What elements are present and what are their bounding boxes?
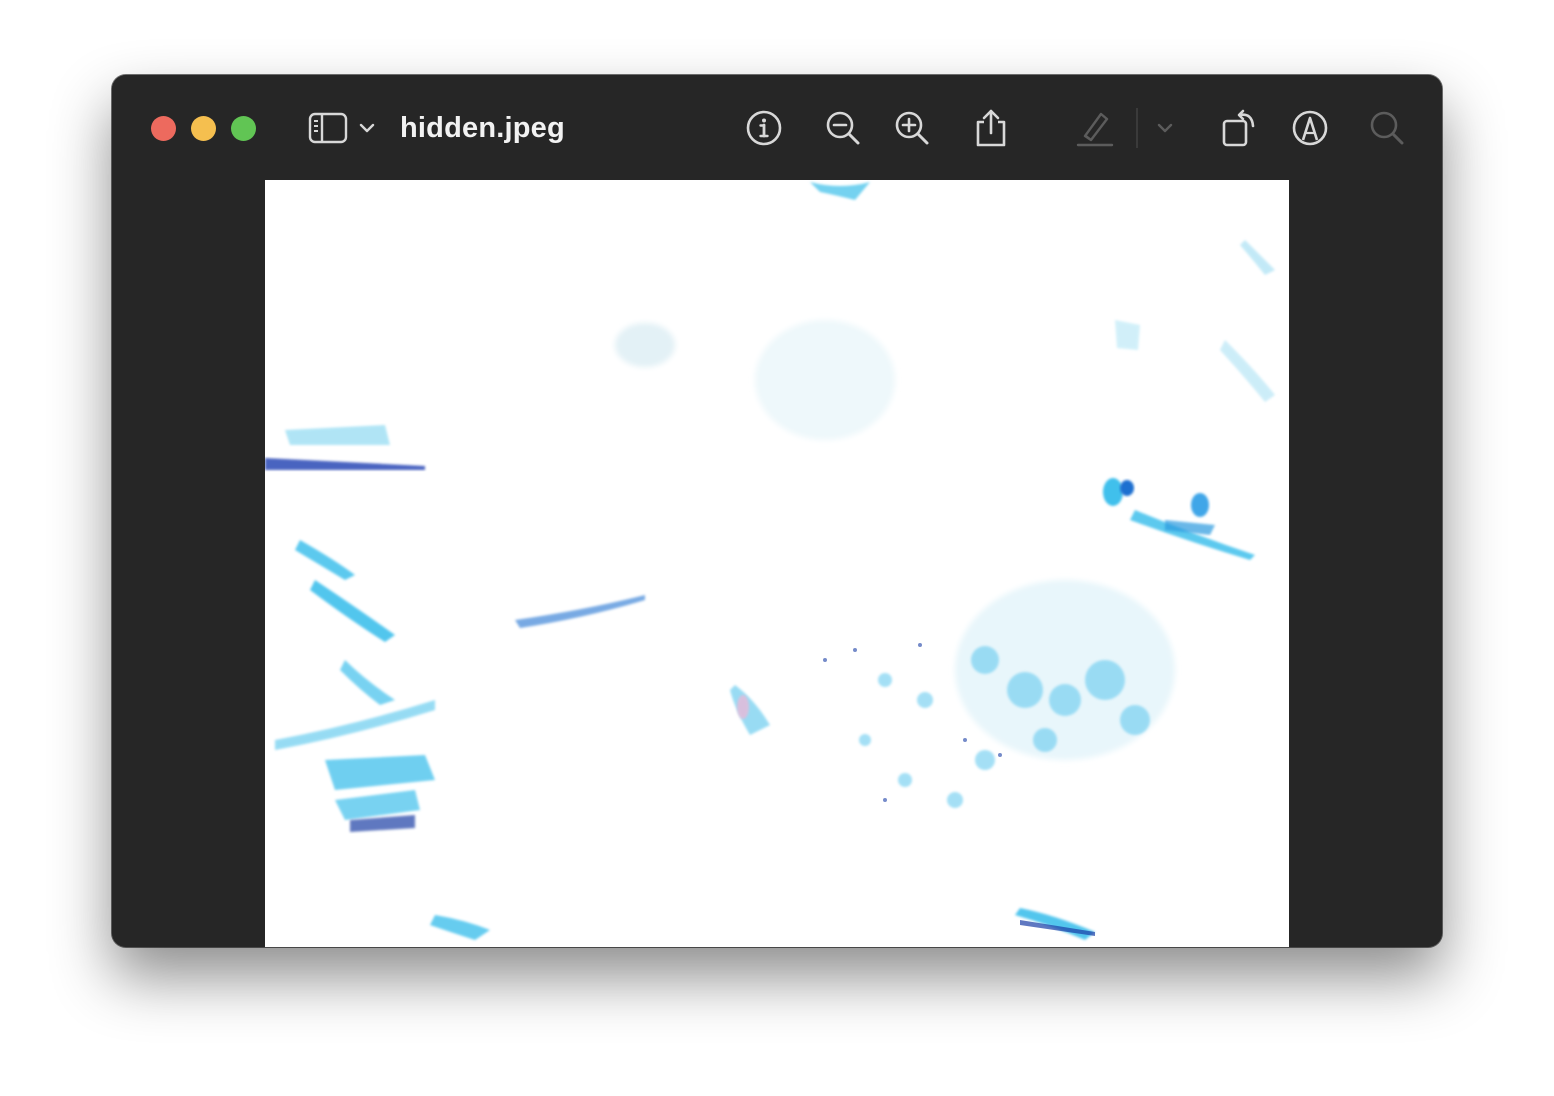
zoom-out-icon xyxy=(824,109,862,147)
info-button[interactable] xyxy=(742,105,786,151)
rotate-button[interactable] xyxy=(1218,105,1262,151)
faded-photo-image xyxy=(265,180,1289,947)
close-button[interactable] xyxy=(151,116,176,141)
sidebar-icon xyxy=(308,112,348,144)
sidebar-menu-button[interactable] xyxy=(356,105,378,151)
chevron-down-icon xyxy=(359,122,375,134)
zoom-in-button[interactable] xyxy=(890,105,934,151)
search-button[interactable] xyxy=(1365,105,1409,151)
info-icon xyxy=(745,109,783,147)
window-title: hidden.jpeg xyxy=(400,112,565,144)
markup-button[interactable] xyxy=(1288,105,1332,151)
highlight-button[interactable] xyxy=(1074,105,1116,151)
chevron-down-icon xyxy=(1157,122,1173,134)
share-button[interactable] xyxy=(969,105,1013,151)
minimize-button[interactable] xyxy=(191,116,216,141)
highlight-menu-button[interactable] xyxy=(1154,105,1176,151)
rotate-icon xyxy=(1220,108,1260,148)
document-area xyxy=(112,180,1442,947)
zoom-in-icon xyxy=(893,109,931,147)
zoom-button[interactable] xyxy=(231,116,256,141)
zoom-out-button[interactable] xyxy=(821,105,865,151)
share-icon xyxy=(974,108,1008,148)
sidebar-toggle-button[interactable] xyxy=(306,105,350,151)
toolbar-separator xyxy=(1136,108,1138,148)
preview-window: hidden.jpeg xyxy=(112,75,1442,947)
title-bar[interactable]: hidden.jpeg xyxy=(112,75,1442,180)
document-image[interactable] xyxy=(265,180,1289,947)
search-icon xyxy=(1368,109,1406,147)
highlighter-icon xyxy=(1076,109,1114,147)
markup-pen-icon xyxy=(1291,109,1329,147)
